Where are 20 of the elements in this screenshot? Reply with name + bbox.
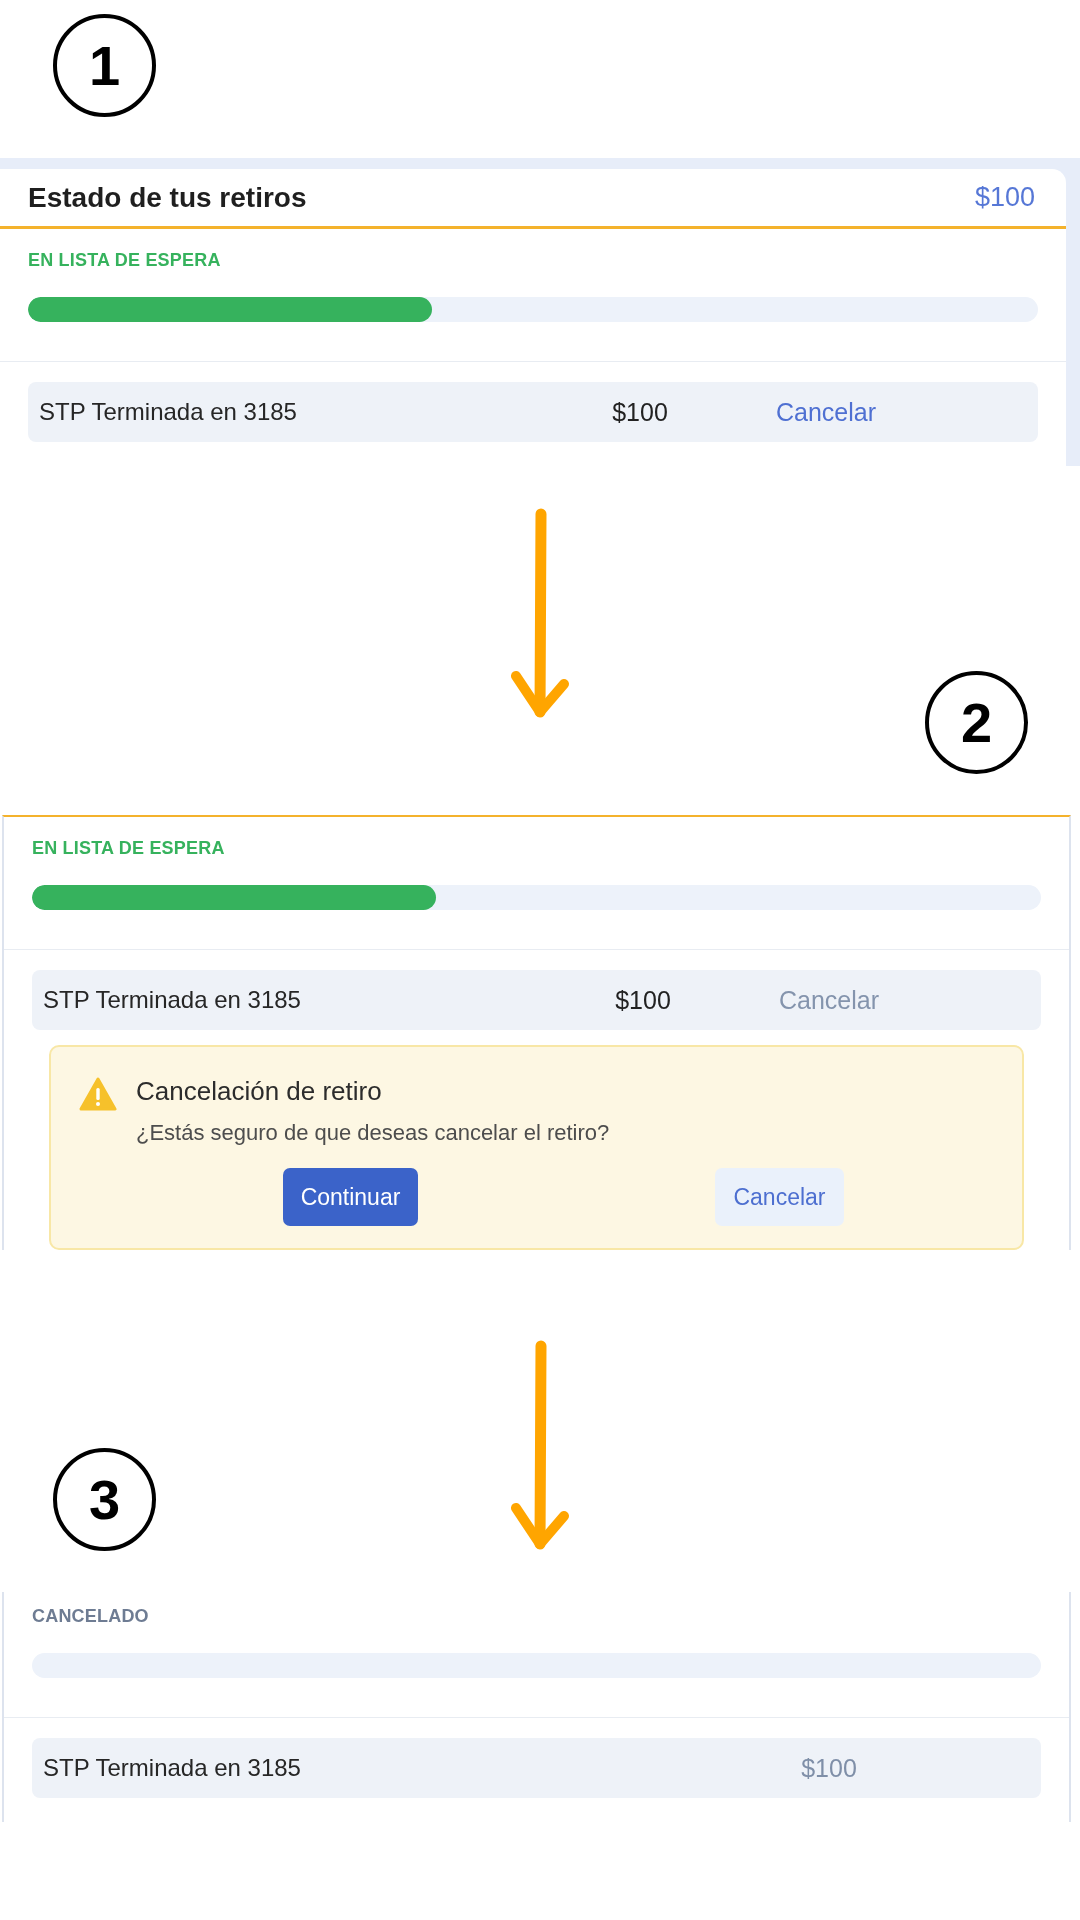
step-number-badge: 3 xyxy=(53,1448,156,1551)
warning-icon xyxy=(79,1076,117,1112)
cancel-button[interactable]: Cancelar xyxy=(715,1168,844,1226)
account-label: STP Terminada en 3185 xyxy=(39,398,297,426)
alert-title: Cancelación de retiro xyxy=(136,1075,383,1108)
continue-button[interactable]: Continuar xyxy=(282,1168,419,1226)
amount-text: $100 xyxy=(615,985,671,1015)
status-label: EN LISTA DE ESPERA xyxy=(32,837,226,859)
account-label: STP Terminada en 3185 xyxy=(43,986,301,1014)
total-amount: $100 xyxy=(974,182,1035,213)
panel-title: Estado de tus retiros xyxy=(28,181,307,214)
alert-message: ¿Estás seguro de que deseas cancelar el retiro? xyxy=(136,1119,611,1147)
amount-text: $100 xyxy=(612,397,668,427)
step-number-badge: 2 xyxy=(925,671,1028,774)
step-number-badge: 1 xyxy=(53,14,156,117)
account-label: STP Terminada en 3185 xyxy=(43,1754,301,1782)
cancel-link[interactable]: Cancelar xyxy=(775,397,877,427)
amount-text: $100 xyxy=(801,1753,857,1783)
status-label: EN LISTA DE ESPERA xyxy=(28,249,222,271)
status-label: CANCELADO xyxy=(32,1605,150,1627)
